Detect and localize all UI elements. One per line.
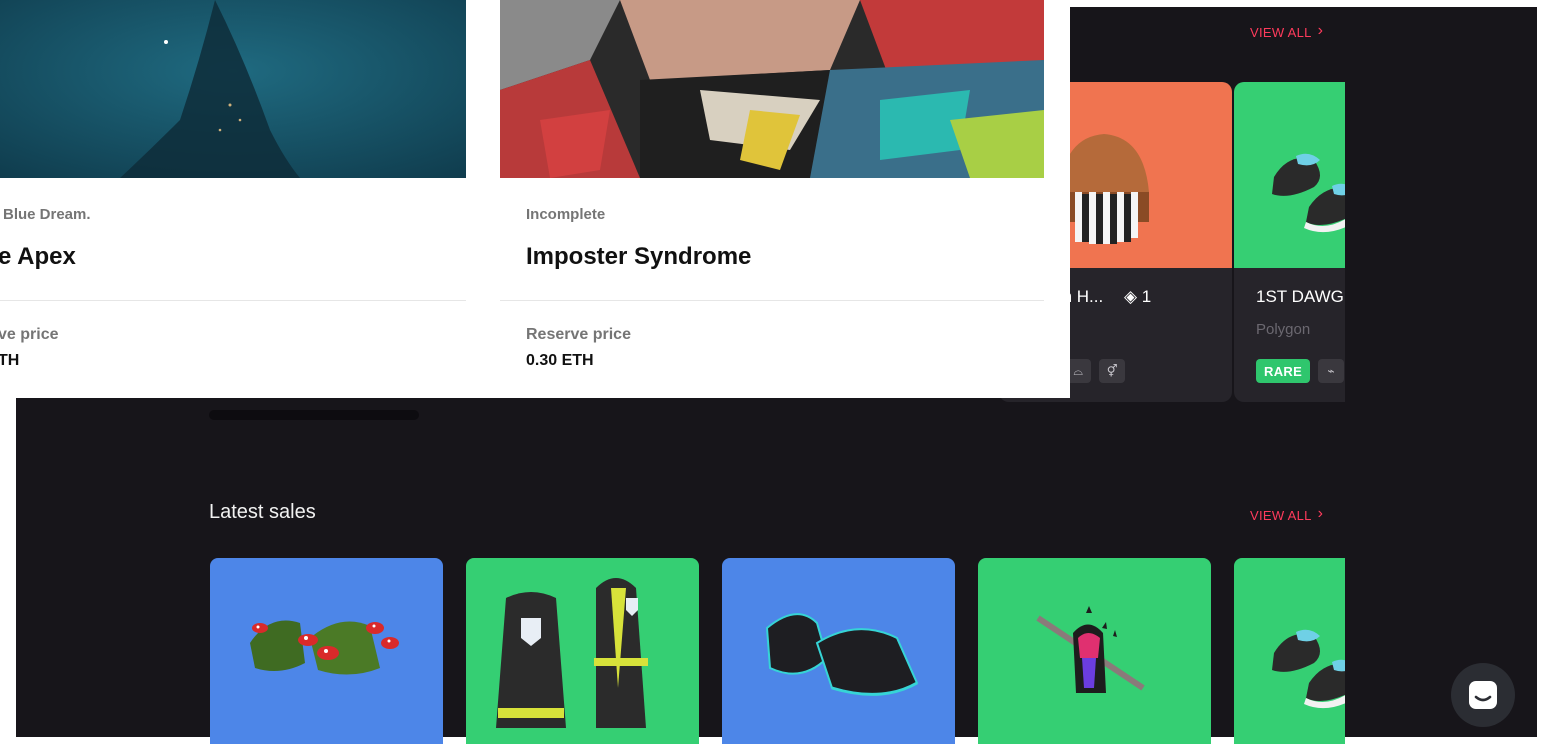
helmet-icon: [1036, 606, 1145, 693]
sale-card-clip: [1234, 558, 1345, 744]
auction-window: Blue Dream. e Apex ve price TH Incomplet…: [0, 0, 1070, 398]
collectible-card-clip: 1ST DAWG Polygon RARE ⌁: [1234, 7, 1345, 407]
sneaker-icon: [765, 613, 919, 696]
sale-card-neon-sneakers[interactable]: [722, 558, 955, 744]
creator-name: Blue Dream.: [3, 206, 91, 223]
collectible-thumbnail: [1234, 82, 1345, 268]
creator-name: Incomplete: [526, 206, 606, 223]
sneaker-icon: [1272, 153, 1345, 233]
artwork-image: [500, 0, 1044, 178]
collectible-name: 1ST DAWG: [1256, 287, 1344, 306]
boots-icon: [250, 620, 399, 675]
reserve-price-label: ve price: [0, 326, 59, 343]
network-label: Polygon: [1256, 321, 1311, 338]
sale-card-axe-helmet[interactable]: [978, 558, 1211, 744]
auction-card[interactable]: Blue Dream. e Apex ve price TH: [0, 0, 466, 398]
badge-row: RARE ⌁: [1256, 359, 1345, 383]
view-all-label: VIEW ALL: [1250, 507, 1312, 523]
ocean-artwork-icon: [0, 0, 466, 178]
carousel-scrollbar[interactable]: [209, 410, 419, 420]
abstract-artwork-icon: [500, 0, 1044, 178]
auction-title: Imposter Syndrome: [526, 243, 752, 270]
chat-launcher-button[interactable]: [1451, 663, 1515, 727]
edition-icon: ◈: [1123, 287, 1138, 306]
edition-count: 1: [1141, 287, 1152, 306]
sale-card-mushroom-boots[interactable]: [210, 558, 443, 744]
divider: [0, 300, 466, 301]
sale-card-wealthy-robe[interactable]: [466, 558, 699, 744]
view-all-sales-link[interactable]: VIEW ALL ›: [1250, 505, 1324, 523]
robe-icon: [496, 578, 648, 728]
reserve-price-value: TH: [0, 352, 20, 369]
chevron-right-icon: ›: [1317, 505, 1324, 522]
rarity-badge: RARE: [1256, 359, 1311, 383]
auction-card[interactable]: Incomplete Imposter Syndrome Reserve pri…: [500, 0, 1044, 398]
shoe-category-icon: ⌁: [1318, 359, 1345, 383]
artwork-image: [0, 0, 466, 178]
divider: [500, 300, 1044, 301]
gender-icon: ⚥: [1099, 359, 1126, 383]
collectible-card[interactable]: 1ST DAWG Polygon RARE ⌁: [1234, 82, 1345, 402]
sale-card-black-sneakers[interactable]: [1234, 558, 1345, 744]
chat-icon: [1469, 681, 1497, 709]
latest-sales-title: Latest sales: [209, 501, 316, 523]
reserve-price-value: 0.30 ETH: [526, 352, 594, 369]
reserve-price-label: Reserve price: [526, 326, 631, 343]
sneaker-icon: [1272, 629, 1345, 709]
auction-title: e Apex: [0, 243, 76, 270]
